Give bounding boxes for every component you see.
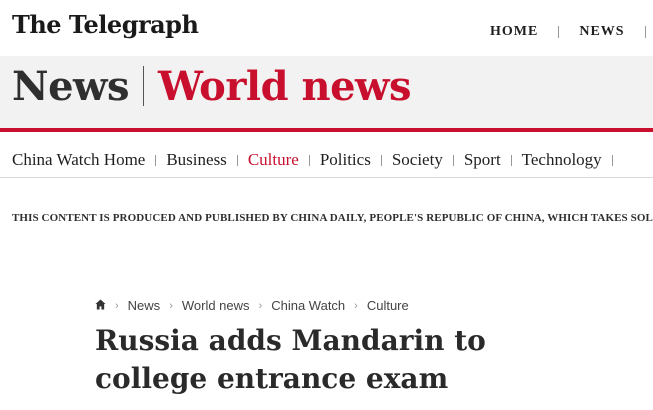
subnav-rule — [0, 177, 653, 178]
subnav-technology[interactable]: Technology — [522, 150, 602, 170]
breadcrumb-world-news[interactable]: World news — [182, 298, 250, 313]
subnav-divider — [452, 154, 454, 166]
section-title[interactable]: News — [12, 63, 129, 110]
subnav-culture[interactable]: Culture — [248, 150, 299, 170]
sponsored-disclaimer: THIS CONTENT IS PRODUCED AND PUBLISHED B… — [12, 212, 653, 224]
subsection-title[interactable]: World news — [158, 63, 412, 110]
breadcrumb-culture[interactable]: Culture — [367, 298, 409, 313]
nav-news[interactable]: NEWS — [579, 24, 624, 40]
chevron-right-icon: › — [115, 299, 119, 312]
breadcrumb: › News › World news › China Watch › Cult… — [95, 298, 409, 313]
nav-home[interactable]: HOME — [490, 24, 538, 40]
nav-divider — [558, 26, 560, 38]
subnav-divider — [155, 154, 157, 166]
chevron-right-icon: › — [169, 299, 173, 312]
subnav-sport[interactable]: Sport — [464, 150, 501, 170]
section-divider — [143, 66, 144, 106]
section-rule — [0, 128, 653, 132]
home-icon[interactable] — [95, 298, 106, 313]
chevron-right-icon: › — [354, 299, 358, 312]
subnav-divider — [308, 154, 310, 166]
chevron-right-icon: › — [258, 299, 263, 312]
article-headline: Russia adds Mandarin to college entrance… — [95, 324, 486, 395]
subnav-politics[interactable]: Politics — [320, 150, 371, 170]
subnav-divider — [380, 154, 382, 166]
subnav-china-watch-home[interactable]: China Watch Home — [12, 150, 145, 170]
top-bar: The Telegraph HOME NEWS — [0, 0, 653, 56]
subnav-divider — [236, 154, 238, 166]
subnav-business[interactable]: Business — [166, 150, 226, 170]
breadcrumb-china-watch[interactable]: China Watch — [271, 298, 345, 313]
subnav-society[interactable]: Society — [392, 150, 443, 170]
sub-navigation: China Watch Home Business Culture Politi… — [12, 150, 623, 170]
top-nav: HOME NEWS — [490, 24, 653, 40]
telegraph-logo[interactable]: The Telegraph — [12, 10, 199, 39]
subnav-divider — [611, 154, 613, 166]
subnav-divider — [510, 154, 512, 166]
breadcrumb-news[interactable]: News — [128, 298, 161, 313]
nav-divider — [644, 26, 646, 38]
